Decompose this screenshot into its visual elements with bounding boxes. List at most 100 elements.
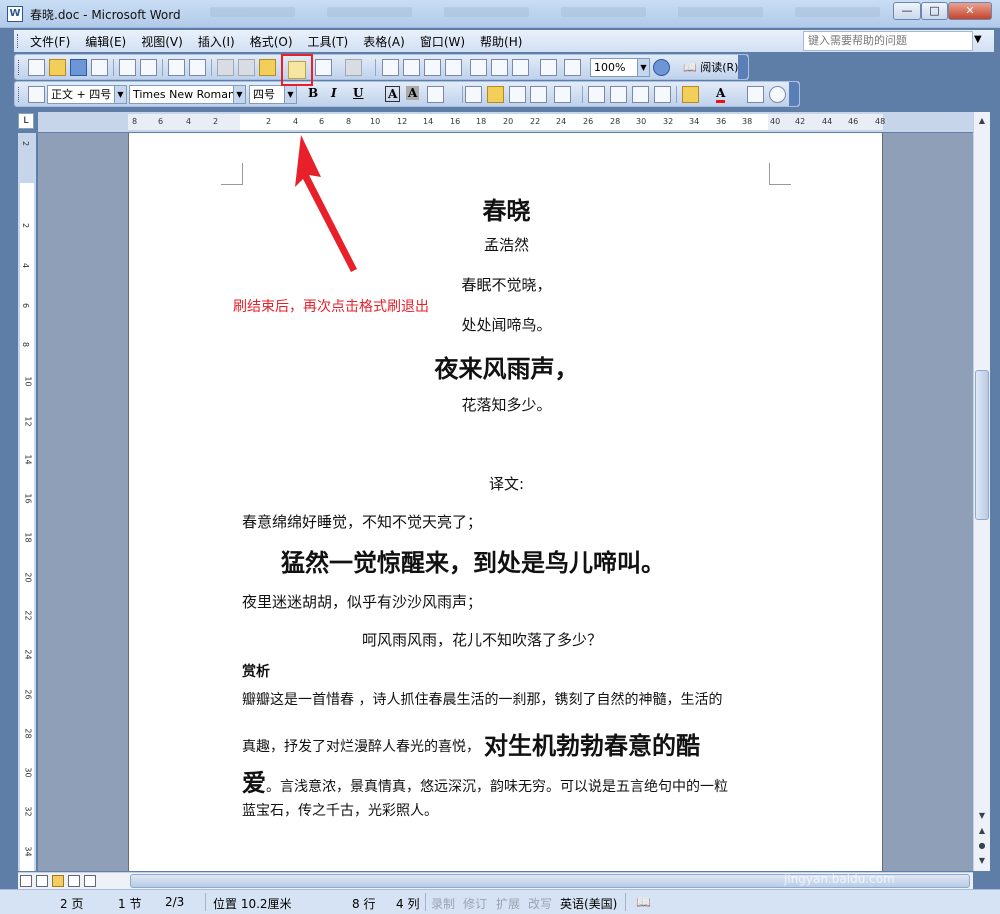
document-page[interactable]: 春晓 孟浩然 春眠不觉晓， 处处闻啼鸟。 夜来风雨声， 花落知多少。 译文: 春…: [128, 133, 883, 871]
menubar-grip[interactable]: [17, 34, 20, 48]
research-icon[interactable]: [189, 59, 206, 76]
menu-window[interactable]: 窗口(W): [420, 33, 465, 50]
hyperlink-icon[interactable]: [382, 59, 399, 76]
select-browse-object-icon[interactable]: ●: [975, 839, 989, 853]
save-icon[interactable]: [70, 59, 87, 76]
bullets-icon[interactable]: [610, 86, 627, 103]
open-folder-icon[interactable]: [49, 59, 66, 76]
align-right-icon[interactable]: [509, 86, 526, 103]
help-icon[interactable]: [653, 59, 670, 76]
minimize-button[interactable]: —: [893, 2, 921, 20]
redo-icon[interactable]: [345, 59, 362, 76]
zoom-select[interactable]: 100% ▼: [590, 58, 650, 77]
paragraph-mark-icon[interactable]: [564, 59, 581, 76]
insert-table-icon[interactable]: [424, 59, 441, 76]
spelling-icon[interactable]: [168, 59, 185, 76]
document-map-icon[interactable]: [512, 59, 529, 76]
vertical-ruler[interactable]: 2 2 4 6 8 10 12 14 16 18 20 22 24 26 28 …: [18, 133, 36, 871]
poem-line: 处处闻啼鸟。: [461, 316, 552, 334]
line-spacing-icon[interactable]: [554, 86, 571, 103]
menu-format[interactable]: 格式(O): [250, 33, 293, 50]
menu-file[interactable]: 文件(F): [30, 33, 70, 50]
tables-borders-icon[interactable]: [403, 59, 420, 76]
web-layout-icon[interactable]: [36, 875, 48, 887]
outline-view-icon[interactable]: [68, 875, 80, 887]
font-size-select[interactable]: 四号 ▼: [249, 85, 297, 104]
character-scaling-icon[interactable]: [427, 86, 444, 103]
menu-tools[interactable]: 工具(T): [308, 33, 349, 50]
menu-help[interactable]: 帮助(H): [480, 33, 522, 50]
toolbar-options-chevron[interactable]: [789, 82, 799, 106]
italic-button[interactable]: I: [331, 86, 337, 100]
decrease-indent-icon[interactable]: [632, 86, 649, 103]
horizontal-ruler[interactable]: 8 6 4 2 2 4 6 8 10 12 14 16 18 20 22 24 …: [38, 112, 973, 132]
scroll-down-icon[interactable]: ▼: [975, 809, 989, 823]
format-painter-highlight[interactable]: [281, 54, 313, 86]
vertical-scroll-thumb[interactable]: [975, 370, 989, 520]
ruler-tick: 4: [186, 117, 192, 126]
toolbar-grip[interactable]: [18, 60, 21, 75]
ruler-tick: 6: [158, 117, 164, 126]
help-dropdown-icon[interactable]: ▼: [974, 34, 982, 45]
columns-icon[interactable]: [470, 59, 487, 76]
cut-icon[interactable]: [217, 59, 234, 76]
status-track-changes[interactable]: 修订: [463, 895, 487, 912]
menu-edit[interactable]: 编辑(E): [85, 33, 126, 50]
vertical-scrollbar[interactable]: ▲ ▼ ▲ ● ▼: [973, 112, 990, 871]
print-icon[interactable]: [119, 59, 136, 76]
increase-indent-icon[interactable]: [654, 86, 671, 103]
format-painter-icon[interactable]: [288, 61, 306, 79]
scroll-up-icon[interactable]: ▲: [975, 114, 989, 128]
status-extend[interactable]: 扩展: [496, 895, 520, 912]
copy-icon[interactable]: [238, 59, 255, 76]
font-color-button[interactable]: A: [716, 86, 726, 103]
drawing-icon[interactable]: [491, 59, 508, 76]
distributed-icon[interactable]: [530, 86, 547, 103]
status-overtype[interactable]: 改写: [528, 895, 552, 912]
align-left-icon[interactable]: [465, 86, 482, 103]
tab-selector[interactable]: L: [18, 113, 34, 129]
numbering-icon[interactable]: [588, 86, 605, 103]
paste-icon[interactable]: [259, 59, 276, 76]
word-app-icon[interactable]: W: [7, 6, 23, 22]
character-shading-button[interactable]: A: [406, 86, 420, 100]
reading-layout-icon[interactable]: [84, 875, 96, 887]
insert-excel-icon[interactable]: [445, 59, 462, 76]
previous-page-icon[interactable]: ▲: [975, 824, 989, 838]
document-area[interactable]: 春晓 孟浩然 春眠不觉晓， 处处闻啼鸟。 夜来风雨声， 花落知多少。 译文: 春…: [38, 133, 973, 871]
maximize-button[interactable]: □: [921, 2, 948, 20]
show-hide-icon[interactable]: [540, 59, 557, 76]
analysis-text-part: 真趣，抒发了对烂漫醉人春光的喜悦，: [242, 739, 480, 755]
highlight-icon[interactable]: [682, 86, 699, 103]
new-document-icon[interactable]: [28, 59, 45, 76]
next-page-icon[interactable]: ▼: [975, 854, 989, 868]
permission-icon[interactable]: [91, 59, 108, 76]
help-search-input[interactable]: 键入需要帮助的问题: [803, 31, 973, 51]
align-center-icon[interactable]: [487, 86, 504, 103]
toolbar-grip[interactable]: [18, 87, 21, 102]
close-button[interactable]: ✕: [948, 2, 992, 20]
read-mode-button[interactable]: 📖 阅读(R): [680, 58, 741, 77]
underline-button[interactable]: U: [353, 86, 363, 100]
spelling-status-icon[interactable]: 📖: [636, 895, 651, 909]
ruler-tick: 20: [23, 572, 33, 583]
poem-line: 春眠不觉晓，: [461, 276, 552, 294]
menu-table[interactable]: 表格(A): [363, 33, 405, 50]
toolbar-options-chevron[interactable]: [738, 55, 748, 79]
character-border-button[interactable]: A: [385, 86, 401, 102]
status-page-of: 2/3: [165, 895, 185, 909]
enclose-characters-icon[interactable]: [769, 86, 786, 103]
print-preview-icon[interactable]: [140, 59, 157, 76]
print-layout-icon[interactable]: [52, 875, 64, 887]
phonetic-guide-icon[interactable]: [747, 86, 764, 103]
font-select[interactable]: Times New Roman ▼: [129, 85, 246, 104]
menu-insert[interactable]: 插入(I): [198, 33, 235, 50]
status-record[interactable]: 录制: [431, 895, 455, 912]
normal-view-icon[interactable]: [20, 875, 32, 887]
undo-icon[interactable]: [315, 59, 332, 76]
menu-view[interactable]: 视图(V): [141, 33, 183, 50]
ruler-tick: 38: [742, 117, 753, 126]
bold-button[interactable]: B: [308, 86, 318, 100]
styles-pane-icon[interactable]: [28, 86, 45, 103]
style-select[interactable]: 正文 + 四号 ▼: [47, 85, 127, 104]
